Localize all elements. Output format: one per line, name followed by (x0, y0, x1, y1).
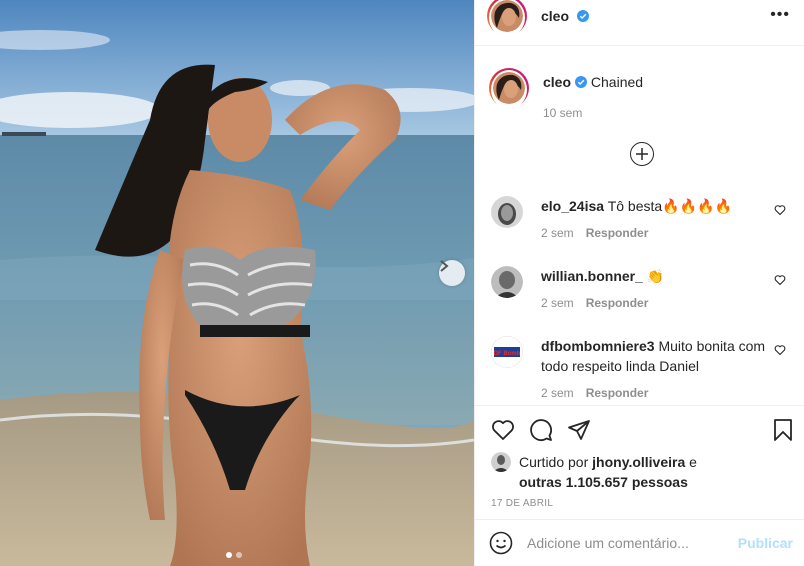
comment-item: willian.bonner_ 👏 2 sem Responder (491, 266, 796, 310)
add-comment-bar: Publicar (475, 519, 804, 566)
comment-time: 2 sem (541, 296, 574, 310)
comment-icon[interactable] (529, 418, 553, 442)
post-panel: cleo ••• cleo Chained 10 sem elo_24isa T… (474, 0, 804, 566)
carousel-dot (236, 552, 242, 558)
post-header: cleo ••• (475, 0, 804, 46)
comment-time: 2 sem (541, 226, 574, 240)
comment-input[interactable] (527, 535, 727, 551)
heart-icon[interactable] (491, 418, 515, 442)
reply-button[interactable]: Responder (586, 226, 649, 240)
emoji-icon[interactable] (489, 531, 513, 555)
verified-badge-icon (576, 9, 589, 22)
commenter-avatar[interactable] (491, 266, 523, 298)
load-more-comments-button[interactable] (630, 142, 654, 166)
caption-story-ring[interactable] (489, 68, 529, 109)
carousel-dot-active (226, 552, 232, 558)
comment-time: 2 sem (541, 386, 574, 400)
post-caption: cleo Chained 10 sem (475, 46, 804, 120)
liker-username[interactable]: jhony.olliveira (592, 454, 685, 470)
story-ring[interactable] (487, 0, 527, 37)
post-date: 17 DE ABRIL (491, 498, 554, 509)
likes-count[interactable]: outras 1.105.657 pessoas (519, 474, 688, 490)
caption-username[interactable]: cleo (543, 74, 571, 90)
comment-text: 👏 (646, 268, 665, 284)
caption-time: 10 sem (543, 106, 583, 120)
beach-photo (0, 0, 474, 566)
comment-username[interactable]: willian.bonner_ (541, 268, 643, 284)
carousel-next-button[interactable] (439, 260, 465, 286)
publish-button[interactable]: Publicar (738, 535, 793, 551)
comments-section[interactable]: cleo Chained 10 sem elo_24isa Tô besta🔥🔥… (475, 46, 804, 406)
commenter-avatar[interactable]: DF Bomb (491, 336, 523, 368)
more-horizontal-icon: ••• (770, 6, 790, 23)
heart-icon[interactable] (774, 344, 786, 356)
reply-button[interactable]: Responder (586, 386, 649, 400)
paper-plane-icon[interactable] (567, 418, 591, 442)
post-username[interactable]: cleo (541, 8, 589, 24)
more-options-button[interactable]: ••• (770, 6, 790, 24)
avatar (491, 0, 523, 32)
bookmark-icon[interactable] (771, 418, 795, 442)
verified-badge-icon (575, 76, 588, 88)
chevron-right-icon (440, 260, 449, 272)
commenter-avatar[interactable] (491, 196, 523, 228)
carousel-dots (226, 552, 242, 558)
comment-text: Tô besta🔥🔥🔥🔥 (607, 198, 732, 214)
comment-username[interactable]: dfbombomniere3 (541, 338, 655, 354)
comment-username[interactable]: elo_24isa (541, 198, 604, 214)
avatar (493, 72, 525, 104)
svg-text:DF Bomb: DF Bomb (494, 351, 521, 357)
post-photo[interactable] (0, 0, 474, 566)
plus-circle-icon (636, 148, 648, 160)
heart-icon[interactable] (774, 274, 786, 286)
comment-item: DF Bomb dfbombomniere3 Muito bonita com … (491, 336, 796, 400)
likes-connector: e (689, 454, 697, 470)
likes-summary: Curtido por jhony.olliveira e outras 1.1… (475, 452, 804, 492)
caption-text: Chained (590, 74, 644, 90)
heart-icon[interactable] (774, 204, 786, 216)
comment-item: elo_24isa Tô besta🔥🔥🔥🔥 2 sem Responder (491, 196, 796, 240)
username-text: cleo (541, 7, 570, 24)
post-actions: Curtido por jhony.olliveira e outras 1.1… (475, 405, 804, 509)
action-bar (475, 406, 804, 454)
reply-button[interactable]: Responder (586, 296, 649, 310)
likes-prefix: Curtido por (519, 454, 589, 470)
liker-avatar[interactable] (491, 452, 511, 472)
